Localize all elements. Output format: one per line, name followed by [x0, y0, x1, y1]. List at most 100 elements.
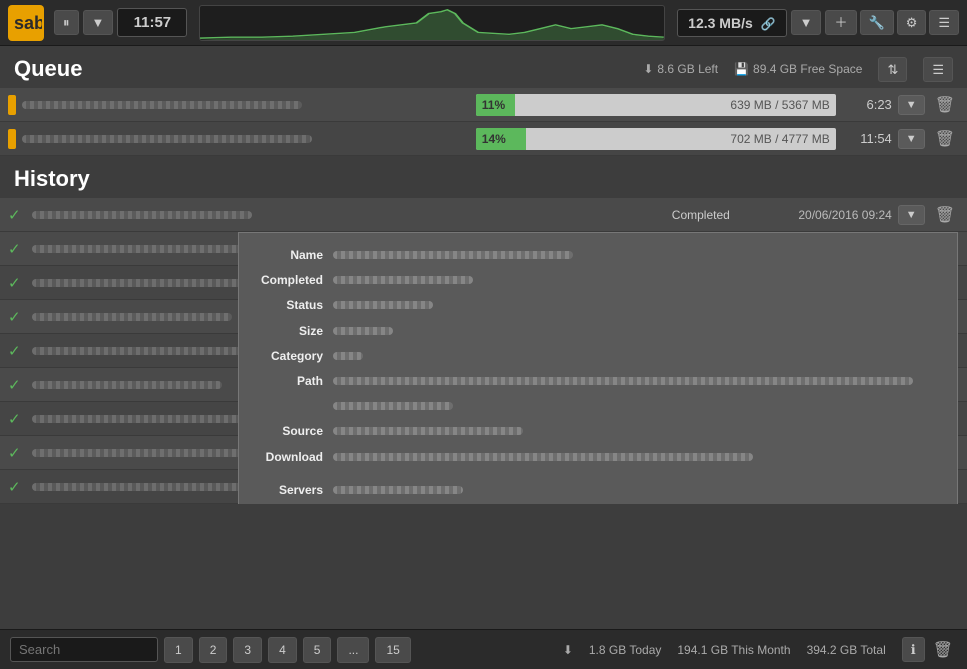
settings-button[interactable]: ⚙ — [897, 10, 927, 35]
free-stat-value: 89.4 GB Free Space — [753, 62, 862, 76]
queue-item-title — [22, 131, 470, 146]
completed-checkmark: ✓ — [8, 342, 26, 360]
detail-download-label: Download — [253, 448, 333, 467]
history-item-dropdown[interactable]: ▼ — [898, 205, 925, 225]
clear-button[interactable]: 🗑 — [929, 637, 957, 662]
history-status-badge: Completed — [656, 208, 746, 222]
bottom-stats: ⬇ 1.8 GB Today 194.1 GB This Month 394.2… — [563, 637, 957, 662]
speed-dropdown-button[interactable]: ▼ — [791, 10, 822, 35]
speed-value: 12.3 MB/s — [688, 15, 753, 31]
detail-servers-value — [333, 481, 943, 500]
page-5-button[interactable]: 5 — [303, 637, 332, 663]
history-header: History — [0, 156, 967, 198]
detail-completed-value — [333, 271, 943, 290]
detail-category-value — [333, 347, 943, 366]
detail-name-label: Name — [253, 246, 333, 265]
speed-display: 12.3 MB/s 🔗 — [677, 9, 786, 37]
detail-repair-row: Repair — [239, 503, 957, 504]
total-stat: 394.2 GB Total — [807, 643, 886, 657]
history-row[interactable]: ✓ Completed 20/06/2016 09:24 ▼ 🗑 — [0, 198, 967, 232]
history-item-title — [32, 207, 650, 222]
info-button[interactable]: ℹ — [902, 637, 925, 662]
free-space-stat: 💾 89.4 GB Free Space — [734, 62, 862, 76]
history-date: 20/06/2016 09:24 — [752, 208, 892, 222]
detail-status-row: Status — [239, 293, 957, 318]
detail-popup: Name Completed Status Size Category — [238, 232, 958, 504]
main-content: Queue ⬇ 8.6 GB Left 💾 89.4 GB Free Space… — [0, 46, 967, 504]
queue-section: Queue ⬇ 8.6 GB Left 💾 89.4 GB Free Space… — [0, 46, 967, 156]
queue-item-delete[interactable]: 🗑 — [931, 95, 959, 115]
completed-checkmark: ✓ — [8, 240, 26, 258]
row-status-indicator — [8, 95, 16, 115]
queue-item-delete[interactable]: 🗑 — [931, 129, 959, 149]
history-rows: ✓ Completed 20/06/2016 09:24 ▼ 🗑 Name Co… — [0, 198, 967, 504]
queue-item-title — [22, 97, 470, 112]
progress-sizes: 702 MB / 4777 MB — [516, 132, 836, 146]
wrench-button[interactable]: 🔧 — [860, 10, 894, 35]
detail-completed-row: Completed — [239, 268, 957, 293]
pause-dropdown-button[interactable]: ▼ — [83, 10, 114, 35]
detail-source-value — [333, 422, 943, 441]
history-title: History — [14, 166, 90, 192]
detail-path-value2 — [333, 397, 943, 416]
page-1-button[interactable]: 1 — [164, 637, 193, 663]
app-logo: sab — [8, 5, 44, 41]
detail-size-value — [333, 322, 943, 341]
time-remaining: 6:23 — [842, 97, 892, 112]
queue-options-button[interactable]: ☰ — [923, 57, 953, 82]
completed-checkmark: ✓ — [8, 478, 26, 496]
completed-checkmark: ✓ — [8, 444, 26, 462]
queue-header: Queue ⬇ 8.6 GB Left 💾 89.4 GB Free Space… — [0, 46, 967, 88]
detail-download-value — [333, 448, 943, 467]
month-stat: 194.1 GB This Month — [677, 643, 790, 657]
svg-text:sab: sab — [14, 13, 42, 33]
pause-button[interactable]: ⏸ — [54, 10, 79, 35]
progress-bar: 14% 702 MB / 4777 MB — [476, 128, 836, 150]
detail-name-value — [333, 246, 943, 265]
add-button[interactable]: ＋ — [825, 10, 856, 35]
history-section: History ✓ Completed 20/06/2016 09:24 ▼ 🗑… — [0, 156, 967, 504]
detail-path-row: Path — [239, 369, 957, 394]
detail-path-line2 — [239, 394, 957, 419]
link-icon: 🔗 — [761, 17, 776, 31]
queue-stats: ⬇ 8.6 GB Left 💾 89.4 GB Free Space ⇅ ☰ — [643, 57, 953, 82]
detail-download-row: Download — [239, 445, 957, 470]
progress-bar: 11% 639 MB / 5367 MB — [476, 94, 836, 116]
left-stat-value: 8.6 GB Left — [657, 62, 718, 76]
speed-graph — [199, 5, 665, 41]
history-item-delete[interactable]: 🗑 — [931, 205, 959, 225]
topbar: sab ⏸ ▼ 11:57 12.3 MB/s 🔗 ▼ ＋ 🔧 ⚙ ☰ — [0, 0, 967, 46]
detail-category-label: Category — [253, 347, 333, 366]
time-remaining: 11:54 — [842, 131, 892, 146]
page-3-button[interactable]: 3 — [233, 637, 262, 663]
progress-sizes: 639 MB / 5367 MB — [516, 98, 836, 112]
detail-path-label: Path — [253, 372, 333, 391]
completed-checkmark: ✓ — [8, 410, 26, 428]
timer-display: 11:57 — [117, 8, 187, 37]
disk-icon: 💾 — [734, 62, 749, 76]
completed-checkmark: ✓ — [8, 376, 26, 394]
page-2-button[interactable]: 2 — [199, 637, 228, 663]
page-ellipsis-button[interactable]: ... — [337, 637, 369, 663]
queue-item-dropdown[interactable]: ▼ — [898, 129, 925, 149]
download-left-stat: ⬇ 8.6 GB Left — [643, 62, 718, 76]
queue-row: 11% 639 MB / 5367 MB 6:23 ▼ 🗑 — [0, 88, 967, 122]
queue-title: Queue — [14, 56, 82, 82]
queue-item-dropdown[interactable]: ▼ — [898, 95, 925, 115]
detail-status-label: Status — [253, 296, 333, 315]
detail-name-row: Name — [239, 243, 957, 268]
bottom-action-btns: ℹ 🗑 — [902, 637, 957, 662]
completed-checkmark: ✓ — [8, 274, 26, 292]
detail-source-label: Source — [253, 422, 333, 441]
page-4-button[interactable]: 4 — [268, 637, 297, 663]
menu-button[interactable]: ☰ — [929, 10, 959, 35]
search-box: 🔍 — [10, 637, 158, 662]
sort-queue-button[interactable]: ⇅ — [878, 57, 907, 82]
completed-checkmark: ✓ — [8, 206, 26, 224]
row-status-indicator — [8, 129, 16, 149]
detail-category-row: Category — [239, 344, 957, 369]
detail-source-row: Source — [239, 419, 957, 444]
detail-servers-row: Servers — [239, 478, 957, 503]
page-last-button[interactable]: 15 — [375, 637, 410, 663]
detail-size-label: Size — [253, 322, 333, 341]
